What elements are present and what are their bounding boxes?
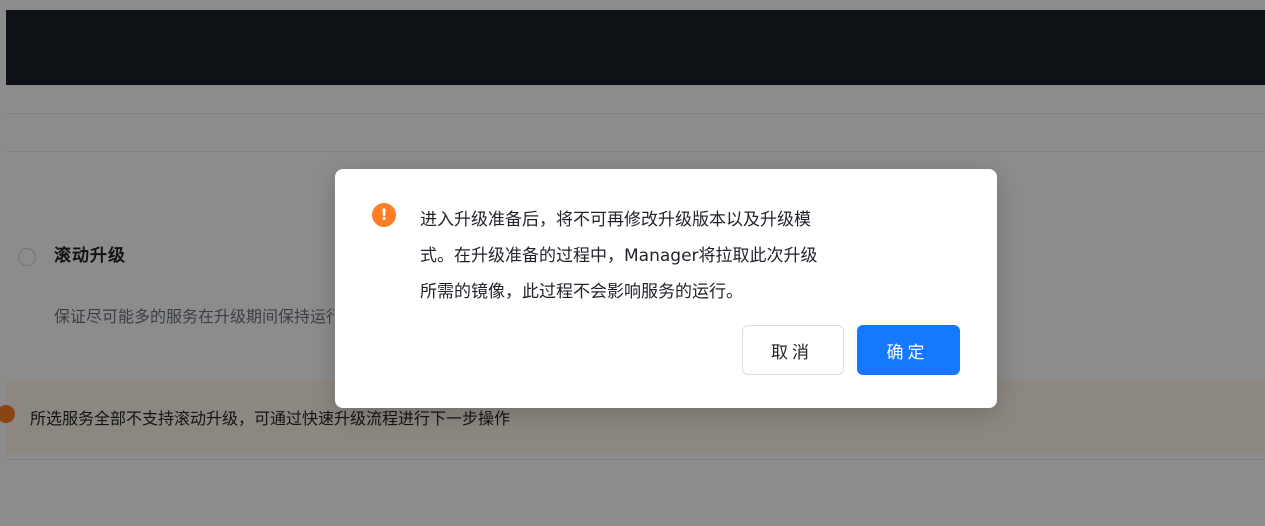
confirm-dialog: ! 进入升级准备后，将不可再修改升级版本以及升级模 式。在升级准备的过程中，Ma… (335, 169, 997, 408)
warning-icon: ! (372, 203, 396, 227)
dialog-message-line: 所需的镜像，此过程不会影响服务的运行。 (420, 282, 743, 302)
confirm-button[interactable]: 确定 (857, 325, 960, 375)
dialog-message-line: 进入升级准备后，将不可再修改升级版本以及升级模 (420, 210, 811, 230)
dialog-message: 进入升级准备后，将不可再修改升级版本以及升级模 式。在升级准备的过程中，Mana… (420, 202, 960, 310)
dialog-message-line: 式。在升级准备的过程中，Manager将拉取此次升级 (420, 246, 818, 266)
cancel-button[interactable]: 取消 (742, 325, 844, 375)
